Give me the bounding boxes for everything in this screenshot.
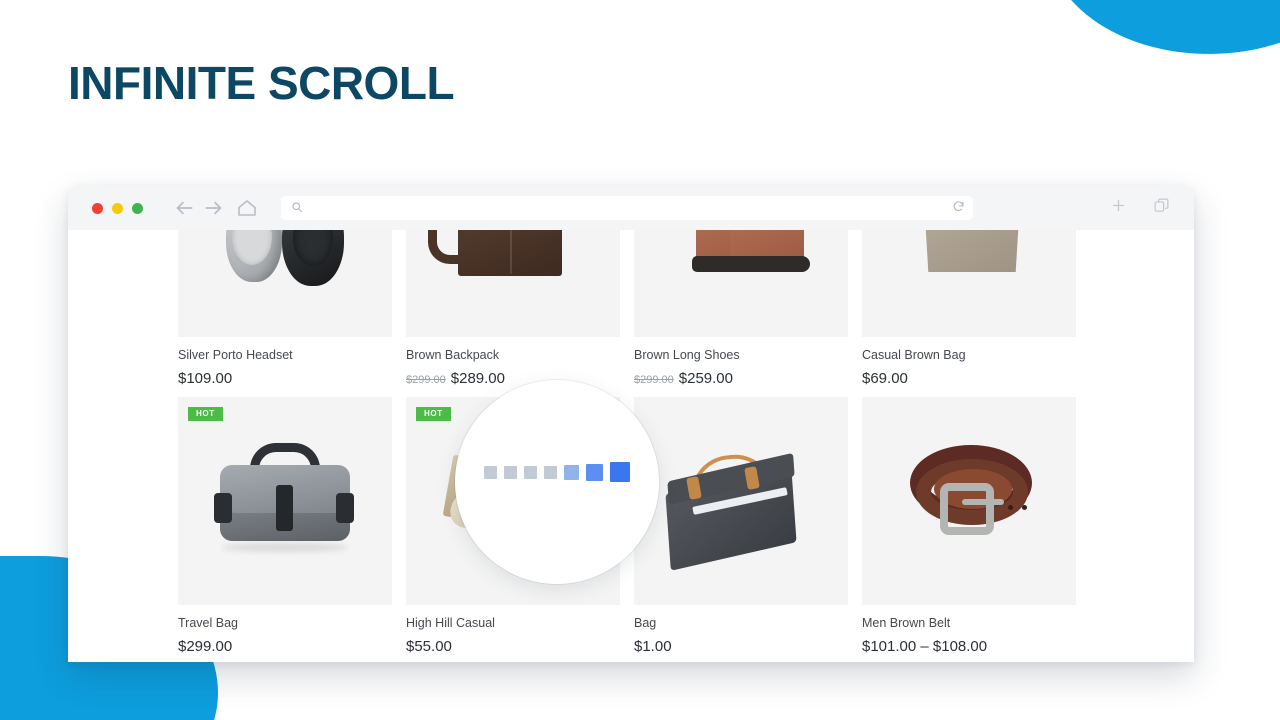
product-thumbnail[interactable] [862, 397, 1076, 605]
product-thumbnail[interactable] [862, 230, 1076, 337]
product-thumbnail[interactable]: HOT [178, 397, 392, 605]
window-controls [92, 202, 143, 214]
product-thumbnail[interactable] [178, 230, 392, 337]
status-badge: HOT [416, 407, 451, 421]
product-card[interactable]: HOT Travel Bag $299.00 [178, 397, 392, 655]
close-red-dot[interactable] [92, 202, 103, 214]
taupe-bag-image [862, 230, 1076, 337]
product-card[interactable]: Silver Porto Headset $109.00 [178, 230, 392, 387]
loader-square-7 [610, 462, 630, 482]
product-current-price: $101.00 – $108.00 [862, 638, 988, 655]
status-badge: HOT [188, 407, 223, 421]
maximize-green-dot[interactable] [132, 202, 143, 214]
product-current-price: $109.00 [178, 370, 233, 387]
arrow-left-icon[interactable] [171, 195, 197, 221]
product-card[interactable]: Casual Brown Bag $69.00 [862, 230, 1076, 387]
home-icon[interactable] [235, 196, 259, 220]
search-icon [291, 201, 303, 216]
reload-icon[interactable] [952, 200, 965, 216]
product-current-price: $55.00 [406, 638, 452, 655]
headset-image [178, 230, 392, 337]
product-current-price: $299.00 [178, 638, 233, 655]
product-price: $299.00 $259.00 [634, 370, 848, 387]
product-thumbnail[interactable] [406, 230, 620, 337]
product-name: Travel Bag [178, 616, 238, 630]
loading-squares [484, 462, 630, 482]
infinite-scroll-loading-indicator [455, 380, 659, 584]
minimize-yellow-dot[interactable] [112, 202, 123, 214]
plus-icon[interactable] [1110, 197, 1127, 219]
arrow-right-icon[interactable] [201, 195, 227, 221]
loader-square-4 [544, 465, 557, 479]
browser-toolbar-right [1110, 197, 1176, 219]
loader-square-5 [564, 464, 579, 480]
brown-belt-image [862, 397, 1076, 605]
product-name: Bag [634, 616, 657, 630]
slide-canvas: INFINITE SCROLL Silver Porto Headset $10… [0, 0, 1280, 720]
brown-boots-image [634, 230, 848, 337]
product-name: Men Brown Belt [862, 616, 951, 630]
product-current-price: $69.00 [862, 370, 908, 387]
product-card[interactable]: Bag $1.00 [634, 397, 848, 655]
browser-titlebar [68, 186, 1194, 230]
flat-tote-image [634, 397, 848, 605]
product-price: $55.00 [406, 638, 620, 655]
product-price: $101.00 – $108.00 [862, 638, 1076, 655]
product-thumbnail[interactable] [634, 397, 848, 605]
product-current-price: $1.00 [634, 638, 672, 655]
loader-square-1 [484, 465, 497, 479]
page-title: INFINITE SCROLL [68, 57, 455, 109]
browser-nav-buttons [171, 195, 259, 221]
product-current-price: $289.00 [450, 370, 505, 387]
address-bar[interactable] [281, 196, 973, 220]
brown-backpack-image [406, 230, 620, 337]
product-price: $299.00 [178, 638, 392, 655]
product-name: Brown Long Shoes [634, 348, 740, 362]
loader-square-3 [524, 465, 537, 479]
product-name: Brown Backpack [406, 348, 500, 362]
product-price: $109.00 [178, 370, 392, 387]
decorative-blue-shape-top-right [1031, 0, 1280, 72]
loader-square-6 [586, 463, 603, 481]
product-old-price: $299.00 [634, 374, 674, 386]
product-name: Casual Brown Bag [862, 348, 966, 362]
product-current-price: $259.00 [678, 370, 733, 387]
product-name: High Hill Casual [406, 616, 495, 630]
product-price: $1.00 [634, 638, 848, 655]
product-card[interactable]: Brown Long Shoes $299.00 $259.00 [634, 230, 848, 387]
product-thumbnail[interactable] [634, 230, 848, 337]
loader-square-2 [504, 465, 517, 479]
travel-bag-image [178, 397, 392, 605]
product-old-price: $299.00 [406, 374, 446, 386]
copy-tabs-icon[interactable] [1153, 197, 1170, 219]
product-name: Silver Porto Headset [178, 348, 293, 362]
product-card[interactable]: Brown Backpack $299.00 $289.00 [406, 230, 620, 387]
product-price: $69.00 [862, 370, 1076, 387]
product-card[interactable]: Men Brown Belt $101.00 – $108.00 [862, 397, 1076, 655]
